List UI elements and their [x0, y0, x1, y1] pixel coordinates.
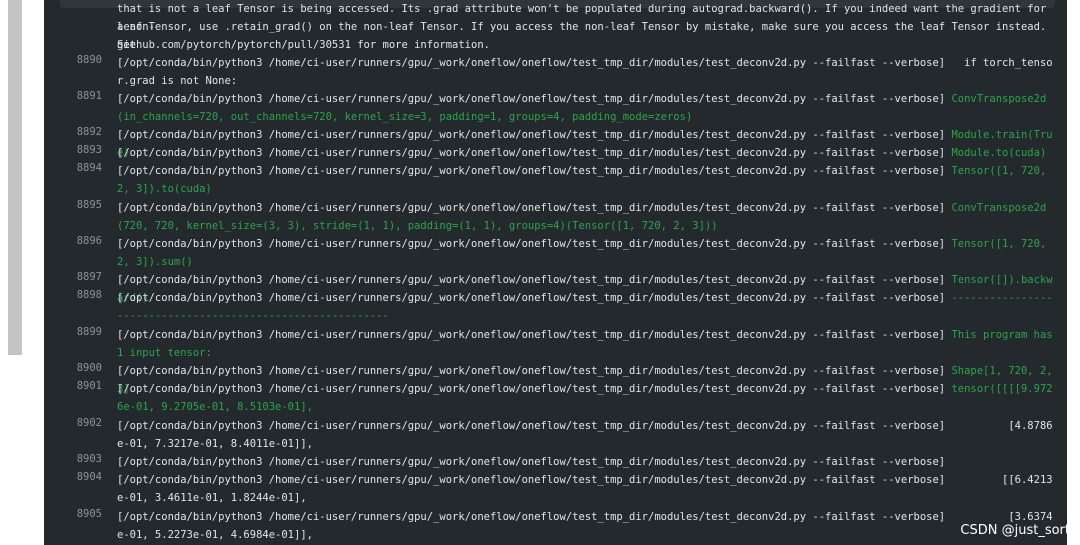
log-command: [/opt/conda/bin/python3 /home/ci-user/ru…: [117, 329, 946, 341]
log-line-text: [/opt/conda/bin/python3 /home/ci-user/ru…: [117, 289, 1057, 325]
log-line-text: [/opt/conda/bin/python3 /home/ci-user/ru…: [117, 326, 1057, 362]
log-command: [/opt/conda/bin/python3 /home/ci-user/ru…: [117, 456, 946, 468]
log-command: [/opt/conda/bin/python3 /home/ci-user/ru…: [117, 365, 946, 377]
log-command: [/opt/conda/bin/python3 /home/ci-user/ru…: [117, 383, 946, 395]
line-number[interactable]: 8902: [72, 417, 102, 429]
log-command: [/opt/conda/bin/python3 /home/ci-user/ru…: [117, 93, 946, 105]
line-number[interactable]: 8903: [72, 453, 102, 465]
log-line-text: [/opt/conda/bin/python3 /home/ci-user/ru…: [117, 453, 1057, 471]
log-intro-line: github.com/pytorch/pytorch/pull/30531 fo…: [117, 39, 490, 51]
log-line-text: [/opt/conda/bin/python3 /home/ci-user/ru…: [117, 380, 1057, 416]
line-number[interactable]: 8891: [72, 90, 102, 102]
line-number[interactable]: 8896: [72, 235, 102, 247]
log-command: [/opt/conda/bin/python3 /home/ci-user/ru…: [117, 202, 946, 214]
log-line-text: [/opt/conda/bin/python3 /home/ci-user/ru…: [117, 162, 1057, 198]
log-command: [/opt/conda/bin/python3 /home/ci-user/ru…: [117, 292, 946, 304]
csdn-watermark: CSDN @just_sort: [960, 523, 1070, 538]
log-line-text: [/opt/conda/bin/python3 /home/ci-user/ru…: [117, 508, 1057, 544]
line-number[interactable]: 8900: [72, 362, 102, 374]
line-number[interactable]: 8890: [72, 54, 102, 66]
log-line-text: [/opt/conda/bin/python3 /home/ci-user/ru…: [117, 235, 1057, 271]
log-command: [/opt/conda/bin/python3 /home/ci-user/ru…: [117, 147, 946, 159]
line-number[interactable]: 8894: [72, 162, 102, 174]
log-command: [/opt/conda/bin/python3 /home/ci-user/ru…: [117, 165, 946, 177]
page-scrollbar[interactable]: [8, 0, 22, 355]
log-command: [/opt/conda/bin/python3 /home/ci-user/ru…: [117, 129, 946, 141]
line-number[interactable]: 8899: [72, 326, 102, 338]
log-output: Module.to(cuda): [945, 147, 1047, 159]
log-command: [/opt/conda/bin/python3 /home/ci-user/ru…: [117, 420, 946, 432]
line-number[interactable]: 8897: [72, 271, 102, 283]
line-number[interactable]: 8893: [72, 144, 102, 156]
log-line-text: [/opt/conda/bin/python3 /home/ci-user/ru…: [117, 90, 1057, 126]
log-line-text: [/opt/conda/bin/python3 /home/ci-user/ru…: [117, 199, 1057, 235]
line-number[interactable]: 8901: [72, 380, 102, 392]
log-command: [/opt/conda/bin/python3 /home/ci-user/ru…: [117, 511, 946, 523]
log-command: [/opt/conda/bin/python3 /home/ci-user/ru…: [117, 57, 946, 69]
log-line-text: [/opt/conda/bin/python3 /home/ci-user/ru…: [117, 471, 1057, 507]
line-number[interactable]: 8905: [72, 508, 102, 520]
log-line-text: [/opt/conda/bin/python3 /home/ci-user/ru…: [117, 54, 1057, 90]
log-command: [/opt/conda/bin/python3 /home/ci-user/ru…: [117, 474, 946, 486]
line-number[interactable]: 8895: [72, 199, 102, 211]
line-number[interactable]: 8892: [72, 126, 102, 138]
log-command: [/opt/conda/bin/python3 /home/ci-user/ru…: [117, 238, 946, 250]
ci-log-panel: that is not a leaf Tensor is being acces…: [44, 0, 1067, 545]
log-line-text: [/opt/conda/bin/python3 /home/ci-user/ru…: [117, 144, 1057, 162]
line-number[interactable]: 8898: [72, 289, 102, 301]
line-number[interactable]: 8904: [72, 471, 102, 483]
log-line-text: [/opt/conda/bin/python3 /home/ci-user/ru…: [117, 417, 1057, 453]
log-command: [/opt/conda/bin/python3 /home/ci-user/ru…: [117, 274, 946, 286]
